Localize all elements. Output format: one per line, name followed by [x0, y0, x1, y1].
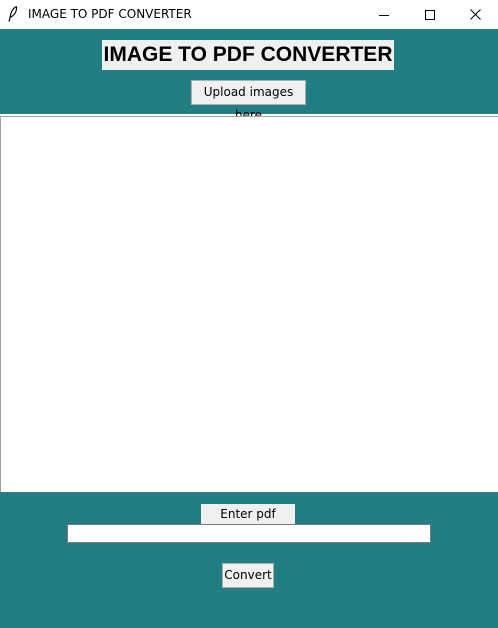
window-title: IMAGE TO PDF CONVERTER	[28, 7, 192, 21]
footer-panel: Enter pdf name: Convert	[0, 492, 498, 628]
minimize-icon	[379, 14, 389, 16]
title-bar[interactable]: IMAGE TO PDF CONVERTER	[0, 0, 498, 29]
pdf-name-label: Enter pdf name:	[201, 504, 295, 541]
image-list[interactable]	[0, 116, 498, 492]
maximize-button[interactable]	[407, 0, 453, 29]
minimize-button[interactable]	[361, 0, 407, 29]
convert-button[interactable]: Convert	[222, 563, 274, 588]
close-icon	[469, 9, 481, 20]
feather-icon	[8, 6, 18, 22]
page-title: IMAGE TO PDF CONVERTER	[102, 40, 394, 70]
pdf-name-input[interactable]	[67, 524, 431, 543]
upload-images-button[interactable]: Upload images here	[191, 80, 306, 122]
header-panel: IMAGE TO PDF CONVERTER Upload images her…	[0, 29, 498, 122]
app-window: IMAGE TO PDF CONVERTER IMAGE TO PDF CONV…	[0, 0, 498, 628]
maximize-icon	[425, 9, 435, 20]
close-button[interactable]	[452, 0, 498, 29]
